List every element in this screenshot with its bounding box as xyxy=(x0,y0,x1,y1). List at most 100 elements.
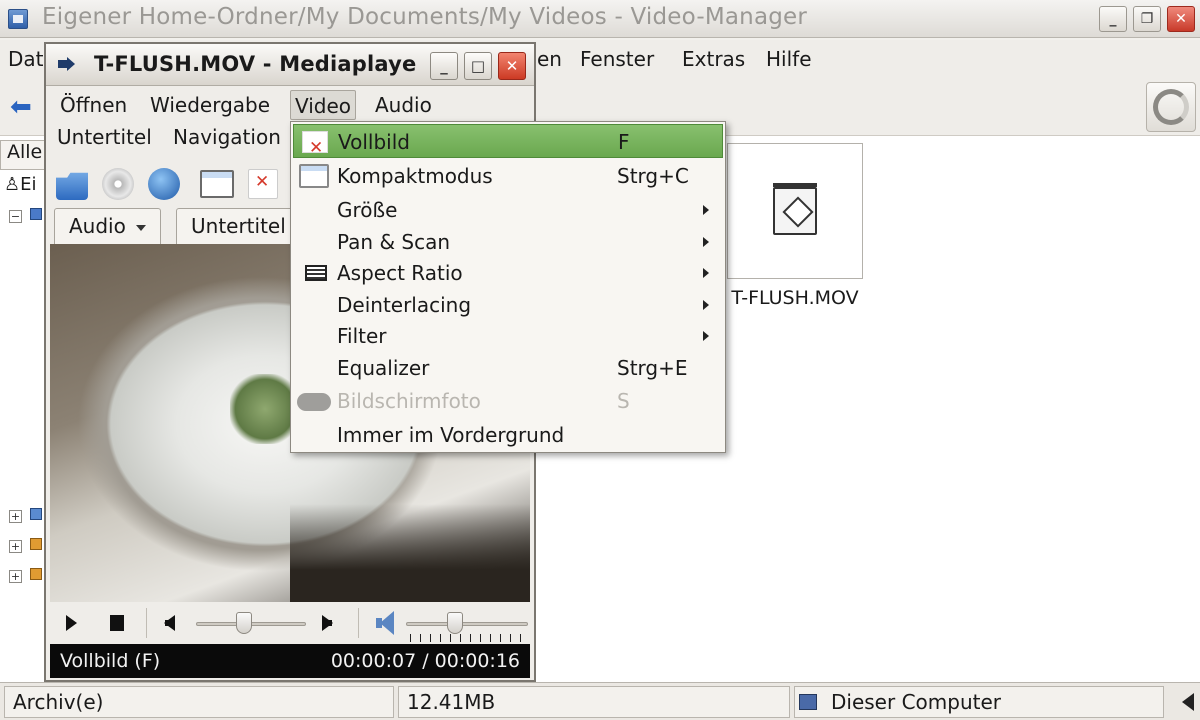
menu-item-label: Aspect Ratio xyxy=(337,261,463,285)
volume-slider[interactable] xyxy=(406,622,528,626)
menu-datei[interactable]: Dat xyxy=(8,47,44,71)
menu-item-vollbild[interactable]: Vollbild F xyxy=(293,124,723,165)
menu-item-immer-im-vordergrund[interactable]: Immer im Vordergrund xyxy=(293,418,723,452)
menu-item-bildschirmfoto: Bildschirmfoto S xyxy=(293,384,723,418)
menu-item-kompaktmodus[interactable]: Kompaktmodus Strg+C xyxy=(293,159,723,193)
menu-item-groesse[interactable]: Größe xyxy=(293,193,723,227)
back-arrow-icon[interactable]: ⬅ xyxy=(10,92,32,122)
folder-icon xyxy=(30,208,42,220)
forward-icon[interactable] xyxy=(322,615,333,631)
stop-icon[interactable] xyxy=(110,615,124,631)
menu-navigation[interactable]: Navigation xyxy=(169,122,285,152)
app-icon xyxy=(8,9,28,29)
menu-item-pan-scan[interactable]: Pan & Scan xyxy=(293,225,723,259)
subtitles-dropdown-label: Untertitel xyxy=(191,214,286,238)
menu-untertitel[interactable]: Untertitel xyxy=(53,122,156,152)
throbber-button[interactable] xyxy=(1146,82,1196,132)
volume-icon[interactable] xyxy=(376,610,394,636)
submenu-arrow-icon xyxy=(703,300,709,310)
submenu-arrow-icon xyxy=(703,205,709,215)
maximize-button[interactable]: ❐ xyxy=(1133,6,1161,32)
status-size: 12.41MB xyxy=(398,686,790,718)
throbber-icon xyxy=(1153,89,1189,125)
scroll-left-arrow-icon[interactable] xyxy=(1182,693,1194,711)
volume-scale xyxy=(410,634,528,642)
subtitles-dropdown[interactable]: Untertitel xyxy=(176,208,301,244)
disc-icon[interactable] xyxy=(102,168,134,200)
aspect-ratio-icon xyxy=(305,265,327,281)
compact-mode-icon xyxy=(299,164,329,188)
audio-dropdown-label: Audio xyxy=(69,214,126,238)
video-file-icon xyxy=(773,183,817,235)
folder-sidebar: Alle ♙Ei − + + + xyxy=(0,136,46,682)
tree-expander[interactable]: + xyxy=(9,570,22,583)
menu-audio[interactable]: Audio xyxy=(371,90,436,120)
menu-item-filter[interactable]: Filter xyxy=(293,319,723,353)
fullscreen-icon[interactable] xyxy=(248,169,278,199)
play-icon[interactable] xyxy=(66,615,77,631)
menu-video[interactable]: Video xyxy=(290,90,357,120)
volume-slider-handle[interactable] xyxy=(446,612,463,634)
menu-item-aspect-ratio[interactable]: Aspect Ratio xyxy=(293,256,723,290)
menu-item-label: Deinterlacing xyxy=(337,293,472,317)
mediaplayer-titlebar: T-FLUSH.MOV - Mediaplaye _ □ ✕ xyxy=(46,44,534,86)
video-shadow xyxy=(290,504,530,602)
menu-oeffnen[interactable]: Öffnen xyxy=(56,90,131,120)
file-manager-statusbar: Archiv(e) 12.41MB Dieser Computer xyxy=(0,682,1200,720)
menu-item-label: Pan & Scan xyxy=(337,230,451,254)
status-location-label: Dieser Computer xyxy=(831,690,1001,714)
submenu-arrow-icon xyxy=(703,237,709,247)
tree-expander-collapse[interactable]: − xyxy=(9,210,22,223)
folder-icon xyxy=(30,508,42,520)
network-icon xyxy=(30,568,42,580)
fullscreen-icon xyxy=(302,131,328,165)
menu-item-label: Filter xyxy=(337,324,387,348)
submenu-arrow-icon xyxy=(703,268,709,278)
submenu-arrow-icon xyxy=(703,331,709,341)
menu-item-shortcut: Strg+C xyxy=(617,164,689,188)
mediaplayer-maximize-button[interactable]: □ xyxy=(464,52,492,80)
menu-item-shortcut: F xyxy=(618,130,630,154)
menu-item-deinterlacing[interactable]: Deinterlacing xyxy=(293,288,723,322)
menu-extras[interactable]: Extras xyxy=(682,47,745,71)
mediaplayer-minimize-button[interactable]: _ xyxy=(430,52,458,80)
file-thumbnail[interactable] xyxy=(727,143,863,279)
menu-wiedergabe[interactable]: Wiedergabe xyxy=(146,90,274,120)
file-name-label: T-FLUSH.MOV xyxy=(731,287,859,309)
sidebar-row-label: Ei xyxy=(20,174,37,195)
minimize-button[interactable]: _ xyxy=(1099,6,1127,32)
rewind-icon[interactable] xyxy=(164,615,175,631)
menu-en[interactable]: en xyxy=(537,47,562,71)
menu-item-label: Equalizer xyxy=(337,356,430,380)
close-button[interactable]: ✕ xyxy=(1167,6,1195,32)
seek-slider-handle[interactable] xyxy=(236,612,253,634)
mediaplayer-app-icon xyxy=(58,56,76,72)
menu-item-label: Größe xyxy=(337,198,398,222)
open-folder-icon[interactable] xyxy=(56,172,88,200)
window-icon[interactable] xyxy=(200,170,234,198)
menu-fenster[interactable]: Fenster xyxy=(580,47,654,71)
control-divider xyxy=(146,608,147,638)
menu-item-label: Vollbild xyxy=(338,130,410,154)
network-icon xyxy=(30,538,42,550)
menu-hilfe[interactable]: Hilfe xyxy=(766,47,812,71)
penguin-icon: ♙ xyxy=(4,174,21,195)
sidebar-row-home[interactable]: ♙Ei xyxy=(4,174,44,195)
status-location: Dieser Computer xyxy=(794,686,1164,718)
menu-item-shortcut: Strg+E xyxy=(617,356,688,380)
mediaplayer-title: T-FLUSH.MOV - Mediaplaye xyxy=(94,52,417,76)
control-divider xyxy=(358,608,359,638)
sidebar-tab-alle[interactable]: Alle xyxy=(0,140,46,170)
file-manager-titlebar: Eigener Home-Ordner/My Documents/My Vide… xyxy=(0,0,1200,38)
playback-time: 00:00:07 / 00:00:16 xyxy=(330,650,520,672)
tree-expander[interactable]: + xyxy=(9,540,22,553)
globe-icon[interactable] xyxy=(148,168,180,200)
mediaplayer-close-button[interactable]: ✕ xyxy=(498,52,526,80)
computer-icon xyxy=(799,694,817,710)
audio-dropdown[interactable]: Audio xyxy=(54,208,161,244)
snapshot-icon xyxy=(297,393,331,411)
menu-item-label: Bildschirmfoto xyxy=(337,389,481,413)
tree-expander[interactable]: + xyxy=(9,510,22,523)
file-manager-title: Eigener Home-Ordner/My Documents/My Vide… xyxy=(42,4,808,30)
menu-item-equalizer[interactable]: Equalizer Strg+E xyxy=(293,351,723,385)
